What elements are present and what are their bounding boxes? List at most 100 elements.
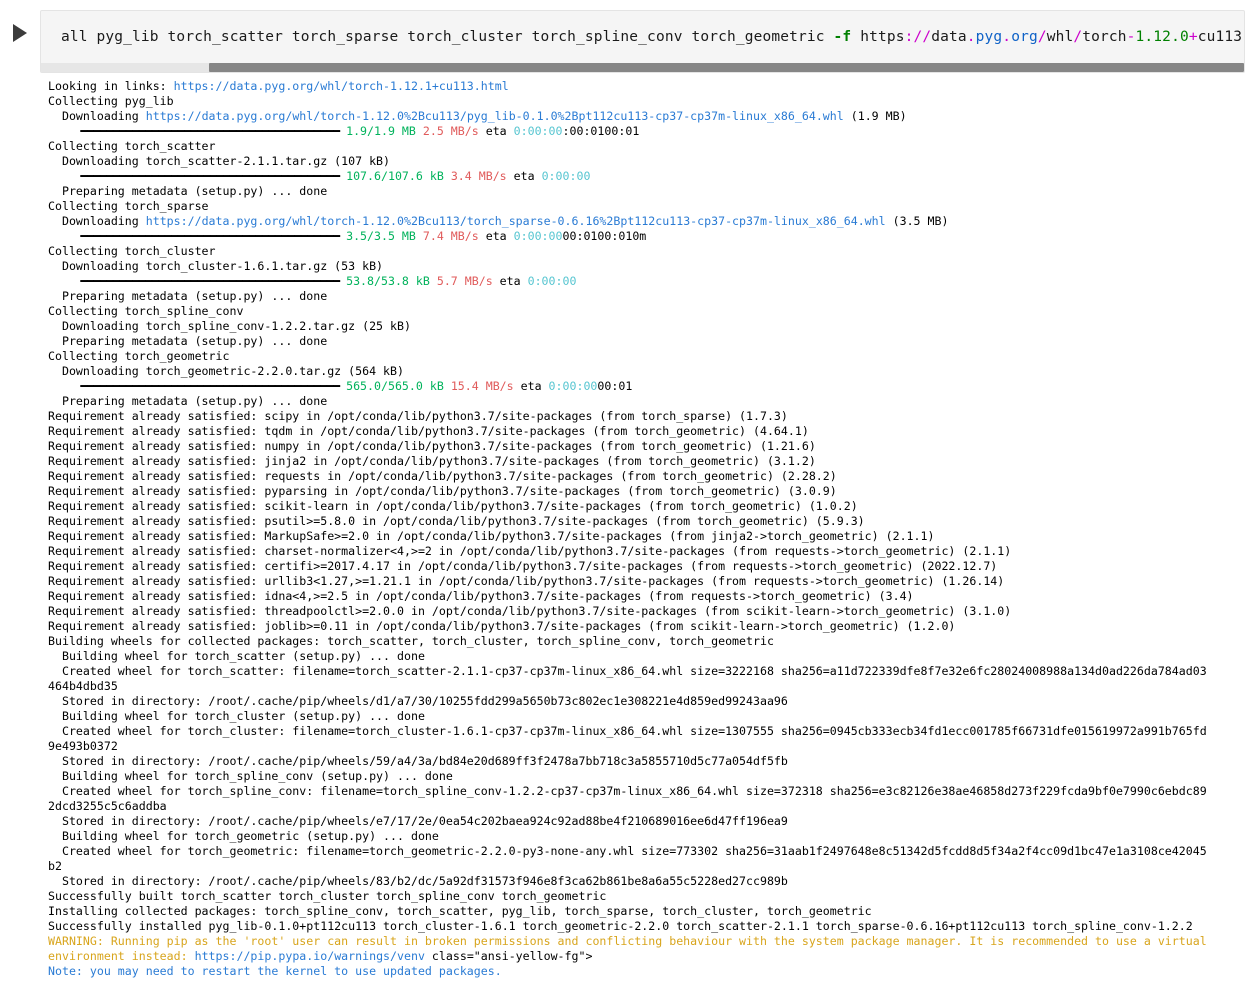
output-text: Downloading torch_spline_conv-1.2.2.tar.… — [48, 319, 411, 333]
output-line: Collecting torch_sparse — [48, 199, 1259, 214]
output-text: 15.4 MB/s — [450, 379, 514, 393]
code-token-5: . — [966, 29, 976, 45]
output-line: Requirement already satisfied: idna<4,>=… — [48, 589, 1259, 604]
output-line: Collecting torch_cluster — [48, 244, 1259, 259]
output-text: Requirement already satisfied: joblib>=0… — [48, 619, 956, 633]
code-token-2: https — [851, 29, 905, 45]
output-text: eta — [513, 379, 549, 393]
output-line: Requirement already satisfied: charset-n… — [48, 544, 1259, 559]
code-horizontal-scrollbar-track[interactable] — [41, 63, 1244, 72]
output-text: (3.5 MB) — [885, 214, 949, 228]
output-link[interactable]: https://data.pyg.org/whl/torch-1.12.0%2B… — [146, 214, 886, 228]
run-cell-gutter[interactable] — [0, 10, 40, 42]
output-text: Requirement already satisfied: tqdm in /… — [48, 424, 809, 438]
output-line: Downloading https://data.pyg.org/whl/tor… — [48, 214, 1259, 229]
output-line: 464b4dbd35 — [48, 679, 1259, 694]
output-text: 7.4 MB/s — [422, 229, 479, 243]
output-text: ━━━━━━━━━━━━━━━━━━━━━━━━━━━━━━━━━━━━━━━━ — [48, 169, 347, 183]
output-text: Requirement already satisfied: pyparsing… — [48, 484, 837, 498]
output-link[interactable]: https://data.pyg.org/whl/torch-1.12.0%2B… — [146, 109, 844, 123]
output-text: Collecting torch_geometric — [48, 349, 230, 363]
output-line: Preparing metadata (setup.py) ... done — [48, 289, 1259, 304]
output-text: eta — [492, 274, 528, 288]
output-line: b2 — [48, 859, 1259, 874]
code-horizontal-scrollbar-thumb[interactable] — [209, 63, 1244, 72]
output-line: Successfully installed pyg_lib-0.1.0+pt1… — [48, 919, 1259, 934]
output-text: 00:0100:010m — [562, 229, 647, 243]
output-text: ━━━━━━━━━━━━━━━━━━━━━━━━━━━━━━━━━━━━━━━━ — [48, 274, 347, 288]
code-input-line[interactable]: all pyg_lib torch_scatter torch_sparse t… — [41, 11, 1244, 63]
output-line: Created wheel for torch_scatter: filenam… — [48, 664, 1259, 679]
output-line: Downloading torch_cluster-1.6.1.tar.gz (… — [48, 259, 1259, 274]
output-text: Created wheel for torch_spline_conv: fil… — [48, 784, 1207, 798]
output-line: Downloading torch_geometric-2.2.0.tar.gz… — [48, 364, 1259, 379]
output-line: Requirement already satisfied: scipy in … — [48, 409, 1259, 424]
code-input-area[interactable]: all pyg_lib torch_scatter torch_sparse t… — [40, 10, 1245, 73]
output-line: environment instead: https://pip.pypa.io… — [48, 949, 1259, 964]
output-line: Downloading https://data.pyg.org/whl/tor… — [48, 109, 1259, 124]
output-line: Building wheels for collected packages: … — [48, 634, 1259, 649]
output-text: Building wheel for torch_geometric (setu… — [48, 829, 439, 843]
output-text: 0:00:00 — [513, 124, 563, 138]
output-text: Stored in directory: /root/.cache/pip/wh… — [48, 694, 788, 708]
output-text: 0:00:00 — [513, 229, 563, 243]
output-text: ━━━━━━━━━━━━━━━━━━━━━━━━━━━━━━━━━━━━━━━━ — [48, 229, 347, 243]
output-text: Collecting torch_cluster — [48, 244, 216, 258]
output-line: Downloading torch_spline_conv-1.2.2.tar.… — [48, 319, 1259, 334]
output-line: Collecting torch_scatter — [48, 139, 1259, 154]
output-text: ━━━━━━━━━━━━━━━━━━━━━━━━━━━━━━━━━━━━━━━━ — [48, 124, 347, 138]
output-text: Requirement already satisfied: jinja2 in… — [48, 454, 816, 468]
output-link[interactable]: https://pip.pypa.io/warnings/venv — [195, 949, 425, 963]
output-text: environment instead: — [48, 949, 195, 963]
code-token-14: 1.12.0 — [1135, 29, 1189, 45]
output-line: ━━━━━━━━━━━━━━━━━━━━━━━━━━━━━━━━━━━━━━━━… — [48, 229, 1259, 244]
output-text: Building wheel for torch_cluster (setup.… — [48, 709, 425, 723]
output-text: class="ansi-yellow-fg"> — [424, 949, 593, 963]
output-text: Downloading torch_scatter-2.1.1.tar.gz (… — [48, 154, 391, 168]
output-text: Requirement already satisfied: scipy in … — [48, 409, 788, 423]
output-line: Requirement already satisfied: numpy in … — [48, 439, 1259, 454]
output-text: Requirement already satisfied: scikit-le… — [48, 499, 858, 513]
output-text: Requirement already satisfied: idna<4,>=… — [48, 589, 914, 603]
output-text: Stored in directory: /root/.cache/pip/wh… — [48, 754, 788, 768]
output-line: Collecting torch_geometric — [48, 349, 1259, 364]
output-text: Downloading torch_cluster-1.6.1.tar.gz (… — [48, 259, 384, 273]
output-text: Collecting torch_sparse — [48, 199, 209, 213]
output-text: Building wheel for torch_scatter (setup.… — [48, 649, 425, 663]
output-line: Requirement already satisfied: jinja2 in… — [48, 454, 1259, 469]
output-text: Requirement already satisfied: MarkupSaf… — [48, 529, 935, 543]
output-line: Stored in directory: /root/.cache/pip/wh… — [48, 874, 1259, 889]
output-text: ━━━━━━━━━━━━━━━━━━━━━━━━━━━━━━━━━━━━━━━━ — [48, 379, 347, 393]
output-line: Note: you may need to restart the kernel… — [48, 964, 1259, 979]
output-line: Building wheel for torch_cluster (setup.… — [48, 709, 1259, 724]
output-text: :00:0100:01 — [562, 124, 640, 138]
output-text: 2.5 MB/s — [422, 124, 479, 138]
output-text: 0:00:00 — [548, 379, 598, 393]
notebook-code-cell: all pyg_lib torch_scatter torch_sparse t… — [0, 0, 1259, 73]
output-text: eta — [506, 169, 542, 183]
output-text: Created wheel for torch_cluster: filenam… — [48, 724, 1207, 738]
output-line: Stored in directory: /root/.cache/pip/wh… — [48, 814, 1259, 829]
output-line: ━━━━━━━━━━━━━━━━━━━━━━━━━━━━━━━━━━━━━━━━… — [48, 379, 1259, 394]
output-line: Collecting torch_spline_conv — [48, 304, 1259, 319]
output-line: Created wheel for torch_cluster: filenam… — [48, 724, 1259, 739]
output-line: Requirement already satisfied: psutil>=5… — [48, 514, 1259, 529]
output-text: 464b4dbd35 — [48, 679, 118, 693]
output-text: Collecting torch_spline_conv — [48, 304, 244, 318]
output-line: Successfully built torch_scatter torch_c… — [48, 889, 1259, 904]
output-text: eta — [478, 124, 514, 138]
output-line: Requirement already satisfied: certifi>=… — [48, 559, 1259, 574]
output-text: Preparing metadata (setup.py) ... done — [48, 334, 328, 348]
output-text: Stored in directory: /root/.cache/pip/wh… — [48, 814, 788, 828]
play-triangle-icon[interactable] — [13, 24, 27, 42]
code-token-11: / — [1073, 29, 1083, 45]
output-link[interactable]: https://data.pyg.org/whl/torch-1.12.1+cu… — [174, 79, 509, 93]
output-link[interactable]: Note: you may need to restart the kernel… — [48, 964, 502, 978]
output-text: Requirement already satisfied: urllib3<1… — [48, 574, 1005, 588]
output-text: Collecting torch_scatter — [48, 139, 216, 153]
output-text: Stored in directory: /root/.cache/pip/wh… — [48, 874, 788, 888]
code-token-8: org — [1011, 29, 1038, 45]
code-token-4: data — [931, 29, 967, 45]
